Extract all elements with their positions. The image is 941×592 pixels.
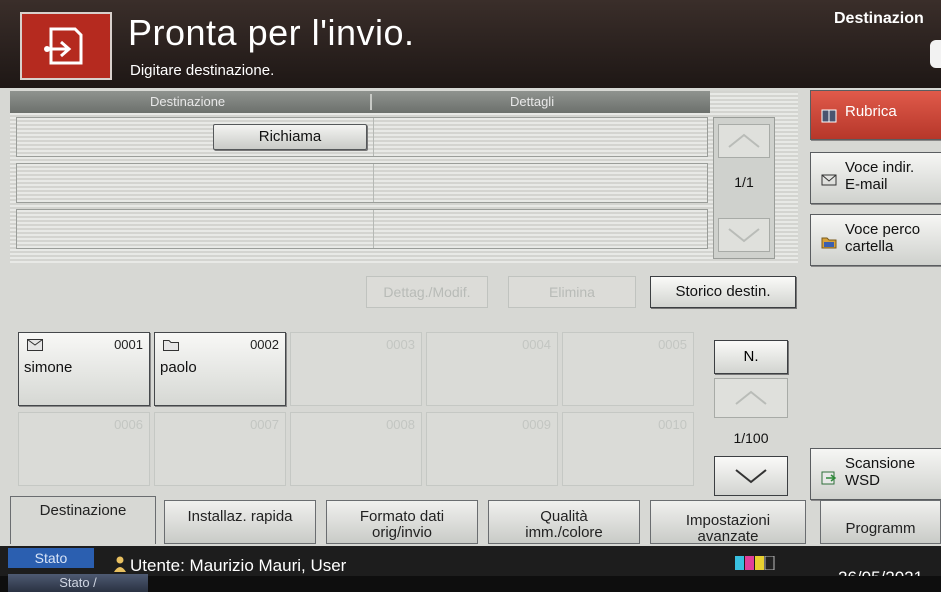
tab-format-line1: Formato dati — [359, 508, 445, 525]
email-entry-label: Voce indir. E-mail — [845, 159, 914, 193]
row-divider — [373, 210, 374, 248]
keys-scroll-down-button[interactable] — [714, 456, 788, 496]
tab-bar: Destinazione Installaz. rapida Formato d… — [0, 496, 941, 546]
destination-list-header: Destinazione Dettagli — [10, 91, 710, 113]
one-touch-key[interactable]: 0005 — [562, 332, 694, 406]
row-divider — [373, 164, 374, 202]
one-touch-key[interactable]: 0002 paolo — [154, 332, 286, 406]
scroll-up-button[interactable] — [718, 124, 770, 158]
destination-scroll: 1/1 — [713, 117, 775, 259]
tab-advanced-line2: avanzate — [697, 528, 759, 545]
destination-count-label: Destinazion — [834, 10, 924, 27]
tab-advanced[interactable]: Impostazioni avanzate — [650, 500, 806, 545]
wsd-scan-button[interactable]: Scansione WSD — [810, 448, 941, 500]
key-label: simone — [24, 359, 73, 376]
page-title: Pronta per l'invio. — [128, 12, 415, 53]
delete-button[interactable]: Elimina — [508, 276, 636, 308]
key-number: 0001 — [114, 337, 143, 352]
column-divider — [370, 94, 372, 110]
key-label: paolo — [160, 359, 197, 376]
number-search-button[interactable]: N. — [714, 340, 788, 374]
one-touch-key[interactable]: 0006 — [18, 412, 150, 486]
tab-advanced-line1: Impostazioni — [685, 512, 771, 529]
history-button[interactable]: Storico destin. — [650, 276, 796, 308]
folder-path-label: Voce perco cartella — [845, 221, 920, 255]
one-touch-key[interactable]: 0008 — [290, 412, 422, 486]
destination-page-indicator: 1/1 — [734, 174, 754, 190]
keys-scroll: 1/100 — [714, 378, 788, 502]
row-divider — [373, 118, 374, 156]
column-destination: Destinazione — [150, 94, 226, 109]
wsd-scan-line2: WSD — [845, 472, 880, 489]
destination-list: Destinazione Dettagli Richiama 1/1 — [10, 91, 798, 263]
folder-path-line2: cartella — [845, 238, 894, 255]
copier-screen: Pronta per l'invio. Digitare destinazion… — [0, 0, 941, 592]
chevron-up-icon — [728, 133, 760, 148]
status-bar: Stato Utente: Maurizio Mauri, User 26/05… — [0, 546, 941, 587]
one-touch-key[interactable]: 0003 — [290, 332, 422, 406]
folder-icon — [821, 237, 837, 249]
key-number: 0004 — [522, 337, 551, 352]
folder-icon — [163, 340, 179, 351]
wsd-scan-line1: Scansione — [845, 455, 916, 472]
wsd-scan-label: Scansione WSD — [845, 455, 915, 489]
status-job-cancel-button[interactable]: Stato / — [8, 574, 148, 592]
status-button[interactable]: Stato — [8, 548, 94, 568]
scroll-down-button[interactable] — [718, 218, 770, 252]
chevron-down-icon — [735, 469, 767, 484]
tab-programs[interactable]: Programm — [820, 500, 941, 544]
tab-quality[interactable]: Qualità imm./colore — [488, 500, 640, 544]
one-touch-key[interactable]: 0010 — [562, 412, 694, 486]
addressbook-button[interactable]: Rubrica — [810, 90, 941, 140]
key-number: 0010 — [658, 417, 687, 432]
key-number: 0002 — [250, 337, 279, 352]
key-number: 0003 — [386, 337, 415, 352]
column-details: Dettagli — [510, 94, 555, 109]
key-number: 0008 — [386, 417, 415, 432]
wsd-icon — [821, 471, 837, 485]
book-icon — [821, 109, 837, 123]
one-touch-key[interactable]: 0007 — [154, 412, 286, 486]
addressbook-label: Rubrica — [845, 103, 897, 120]
user-info: Utente: Maurizio Mauri, User — [130, 556, 347, 575]
envelope-icon — [821, 174, 837, 186]
destination-row[interactable] — [16, 209, 708, 249]
email-entry-line1: Voce indir. — [845, 159, 915, 176]
chevron-up-icon — [735, 390, 767, 405]
destination-row[interactable] — [16, 163, 708, 203]
toner-level-icon — [735, 556, 775, 570]
header-bar: Pronta per l'invio. Digitare destinazion… — [0, 0, 941, 88]
keys-page-indicator: 1/100 — [733, 430, 769, 446]
folder-path-line1: Voce perco — [845, 221, 921, 238]
key-number: 0005 — [658, 337, 687, 352]
one-touch-key[interactable]: 0001 simone — [18, 332, 150, 406]
detail-modify-button[interactable]: Dettag./Modif. — [366, 276, 488, 308]
destination-count-badge — [930, 40, 941, 68]
one-touch-key[interactable]: 0004 — [426, 332, 558, 406]
key-number: 0006 — [114, 417, 143, 432]
destination-row[interactable]: Richiama — [16, 117, 708, 157]
recall-button[interactable]: Richiama — [213, 124, 367, 150]
keys-scroll-up-button[interactable] — [714, 378, 788, 418]
user-icon — [114, 556, 126, 572]
one-touch-keys: 0001 simone 0002 paolo 0003 0004 0005 00… — [18, 332, 708, 492]
chevron-down-icon — [728, 228, 760, 243]
one-touch-key[interactable]: 0009 — [426, 412, 558, 486]
key-number: 0007 — [250, 417, 279, 432]
tab-quality-line2: imm./colore — [525, 524, 603, 541]
folder-path-button[interactable]: Voce perco cartella — [810, 214, 941, 266]
tab-quality-line1: Qualità — [540, 508, 588, 525]
page-subtitle: Digitare destinazione. — [130, 62, 275, 79]
email-entry-line2: E-mail — [845, 176, 888, 193]
tab-destination[interactable]: Destinazione — [10, 496, 156, 544]
envelope-icon — [27, 339, 43, 351]
tab-quick-setup[interactable]: Installaz. rapida — [164, 500, 316, 544]
email-entry-button[interactable]: Voce indir. E-mail — [810, 152, 941, 204]
key-number: 0009 — [522, 417, 551, 432]
send-icon — [20, 12, 112, 80]
tab-format[interactable]: Formato dati orig/invio — [326, 500, 478, 544]
tab-format-line2: orig/invio — [371, 524, 433, 541]
